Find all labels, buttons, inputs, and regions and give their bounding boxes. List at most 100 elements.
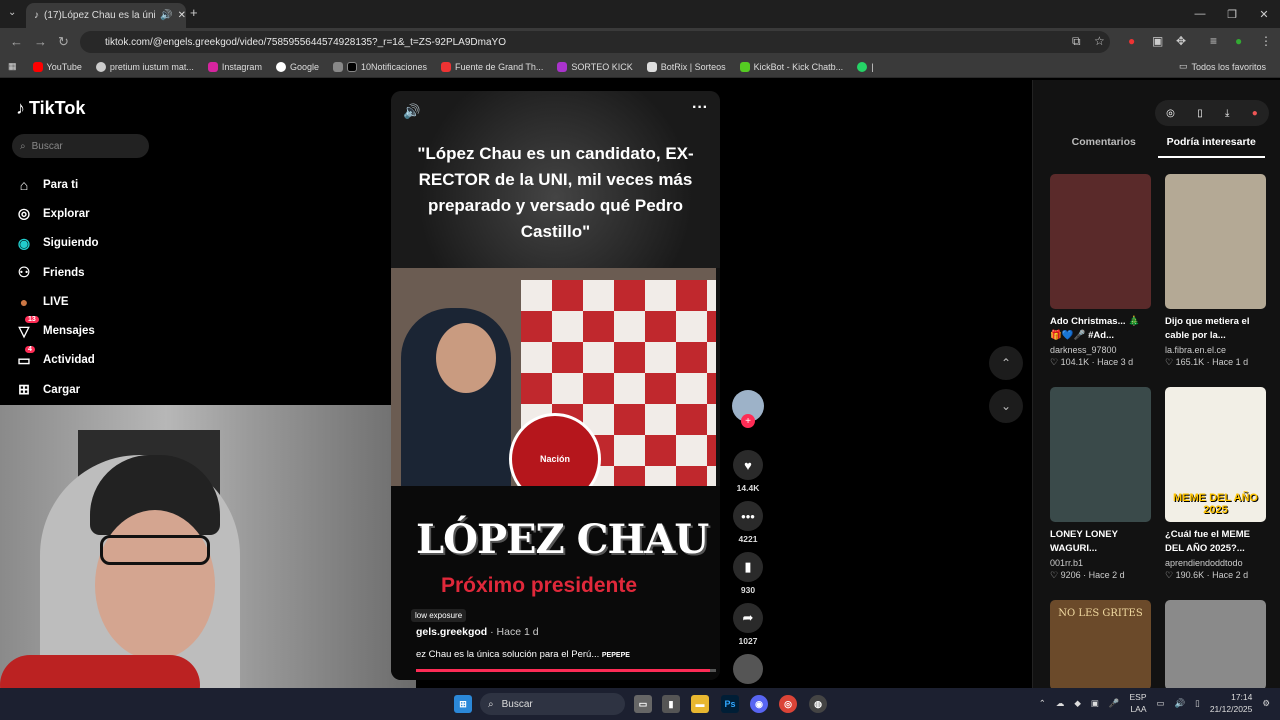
menu-dots-icon[interactable]: ⋮ (1260, 34, 1272, 48)
file-explorer-icon[interactable]: ▬ (691, 695, 709, 713)
chrome-icon[interactable]: ◎ (779, 695, 797, 713)
card-title: Dijo que metiera el cable por la... (1165, 316, 1250, 341)
bookmark-pretium[interactable]: pretium iustum mat... (95, 61, 194, 72)
extensions-puzzle-icon[interactable]: ✥ (1176, 34, 1186, 48)
discord-icon[interactable]: ◉ (750, 695, 768, 713)
apps-grid-icon[interactable]: ▦ (8, 61, 17, 72)
bookmark-kickbot[interactable]: KickBot - Kick Chatb... (739, 61, 843, 72)
volume-tray-icon[interactable]: 🔊 (1175, 698, 1186, 709)
bookmark-x-notificaciones[interactable]: 10Notificaciones (332, 61, 427, 72)
app-icon[interactable]: ▮ (662, 695, 680, 713)
new-tab-icon[interactable]: + (190, 5, 198, 20)
reload-icon[interactable]: ↻ (58, 34, 69, 50)
save-button[interactable]: ▮ 930 (732, 552, 764, 595)
forward-icon[interactable]: → (34, 34, 47, 49)
volume-icon[interactable]: 🔊 (403, 103, 420, 120)
like-button[interactable]: ♥ 14.4K (732, 450, 764, 493)
onedrive-icon[interactable]: ☁ (1056, 698, 1065, 709)
search-input[interactable]: ⌕ Buscar (12, 134, 149, 158)
recommended-card[interactable] (1165, 600, 1266, 690)
more-options-icon[interactable]: ··· (692, 99, 708, 117)
bookmark-botrix[interactable]: BotRix | Sorteos (646, 61, 726, 72)
card-meta: ♡ 190.6K · Hace 2 d (1165, 570, 1249, 580)
tab-menu-icon[interactable]: ⌄ (8, 7, 16, 18)
bookmark-google[interactable]: Google (275, 61, 319, 72)
card-author: aprendiendoddtodo (1165, 558, 1243, 568)
follow-plus-icon[interactable]: + (741, 414, 755, 428)
mic-tray-icon[interactable]: 🎤 (1109, 698, 1120, 709)
sidebar-item-friends[interactable]: ⚇ Friends (15, 258, 99, 287)
phone-icon[interactable]: ▯ (1197, 108, 1203, 119)
sidebar-item-siguiendo[interactable]: ◉ Siguiendo (15, 229, 99, 258)
next-video-button[interactable]: ⌄ (989, 389, 1023, 423)
bookmark-sorteo-kick[interactable]: SORTEO KICK (557, 61, 633, 72)
speaker-head (436, 323, 496, 393)
security-icon[interactable]: ◆ (1074, 698, 1081, 709)
tiktok-logo[interactable]: ♪ TikTok (16, 98, 85, 119)
browser-tab[interactable]: ♪ (17)López Chau es la única 🔊 ✕ (26, 3, 186, 28)
tray-overflow-icon[interactable]: ⌃ (1039, 698, 1046, 709)
recommended-card[interactable]: NO LES GRITES (1050, 600, 1151, 690)
sidebar-item-mensajes[interactable]: ▽ 13 Mensajes (15, 316, 99, 345)
clock[interactable]: 17:14 21/12/2025 (1210, 691, 1253, 715)
restore-icon[interactable]: ❐ (1216, 0, 1248, 28)
cast-icon[interactable]: ⧉ (1072, 34, 1081, 49)
bookmark-whatsapp[interactable]: | (857, 61, 874, 72)
creator-avatar[interactable]: + (732, 390, 764, 428)
previous-video-button[interactable]: ⌃ (989, 346, 1023, 380)
photoshop-icon[interactable]: Ps (721, 695, 739, 713)
url-bar[interactable]: tiktok.com/@engels.greekgod/video/758595… (80, 31, 1110, 53)
task-view-icon[interactable]: ▭ (634, 695, 652, 713)
tab-podria-interesarte[interactable]: Podría interesarte (1157, 136, 1265, 158)
system-tray: ⌃ ☁ ◆ ▣ 🎤 ESP LAA ▭ 🔊 ▯ 17:14 21/12/2025 ⚙ (1039, 691, 1270, 715)
sidebar-item-explorar[interactable]: ◎ Explorar (15, 199, 99, 228)
battery-icon[interactable]: ▯ (1195, 698, 1200, 709)
network-icon[interactable]: ▭ (1157, 698, 1165, 709)
profile-avatar-icon[interactable]: ● (1235, 34, 1242, 48)
extension-red-icon[interactable]: ● (1128, 34, 1135, 48)
windows-start-icon[interactable]: ⊞ (454, 695, 472, 713)
music-disc[interactable] (733, 654, 763, 684)
bookmark-grand-theft[interactable]: Fuente de Grand Th... (441, 61, 543, 72)
recommended-card[interactable]: Dijo que metiera el cable por la... la.f… (1165, 174, 1266, 368)
taskbar-search[interactable]: ⌕ Buscar (480, 693, 625, 715)
recommended-card[interactable]: MEME DEL AÑO 2025 ¿Cuál fue el MEME DEL … (1165, 387, 1266, 581)
media-icon[interactable]: ≡ (1210, 34, 1217, 48)
all-favorites[interactable]: ▭ Todos los favoritos (1179, 61, 1266, 72)
video-actions: + ♥ 14.4K ••• 4221 ▮ 930 ➦ 1027 (732, 390, 764, 684)
minimize-icon[interactable]: — (1184, 0, 1216, 28)
obs-icon[interactable]: ◍ (809, 695, 827, 713)
bookmark-instagram[interactable]: Instagram (207, 61, 262, 72)
sidebar-item-para-ti[interactable]: ⌂ Para ti (15, 170, 99, 199)
back-icon[interactable]: ← (10, 34, 23, 49)
language-indicator[interactable]: ESP LAA (1130, 691, 1147, 715)
user-avatar[interactable]: ● (1252, 108, 1258, 119)
explore-icon[interactable]: ◎ (1166, 108, 1175, 119)
tab-comentarios[interactable]: Comentarios (1050, 136, 1158, 158)
bookmark-youtube[interactable]: YouTube (32, 61, 82, 72)
extension-icon[interactable]: ▣ (1152, 34, 1163, 48)
tab-close-icon[interactable]: ✕ (178, 10, 186, 21)
video-description[interactable]: ez Chau es la única solución para el Per… (416, 649, 630, 660)
sidebar-item-live[interactable]: ● LIVE (15, 287, 99, 316)
home-icon: ⌂ (19, 176, 29, 193)
messages-icon: ▽ (18, 322, 30, 339)
low-exposure-label: low exposure (411, 609, 467, 622)
video-progress-bar[interactable] (416, 669, 716, 672)
recommended-card[interactable]: Ado Christmas... 🎄🎁💙🎤 #Ad... darkness_97… (1050, 174, 1151, 368)
download-icon[interactable]: ⤓ (1225, 108, 1229, 119)
bookmark-star-icon[interactable]: ☆ (1094, 34, 1105, 48)
card-author: darkness_97800 (1050, 345, 1117, 355)
tab-audio-icon[interactable]: 🔊 (160, 10, 172, 21)
share-button[interactable]: ➦ 1027 (732, 603, 764, 646)
sidebar-item-cargar[interactable]: ⊞ Cargar (15, 375, 99, 404)
video-author[interactable]: gels.greekgod · Hace 1 d (416, 626, 539, 638)
comment-button[interactable]: ••• 4221 (732, 501, 764, 544)
app-tray-icon[interactable]: ▣ (1091, 698, 1099, 709)
notification-icon[interactable]: ⚙ (1262, 698, 1270, 709)
recommended-card[interactable]: LONEY LONEY WAGURI... 001rr.b1 ♡ 9206 · … (1050, 387, 1151, 581)
close-window-icon[interactable]: ✕ (1248, 0, 1280, 28)
video-player[interactable]: 🔊 ··· "López Chau es un candidato, EX-RE… (391, 91, 720, 680)
card-author: 001rr.b1 (1050, 558, 1084, 568)
sidebar-item-actividad[interactable]: ▭ 4 Actividad (15, 345, 99, 375)
